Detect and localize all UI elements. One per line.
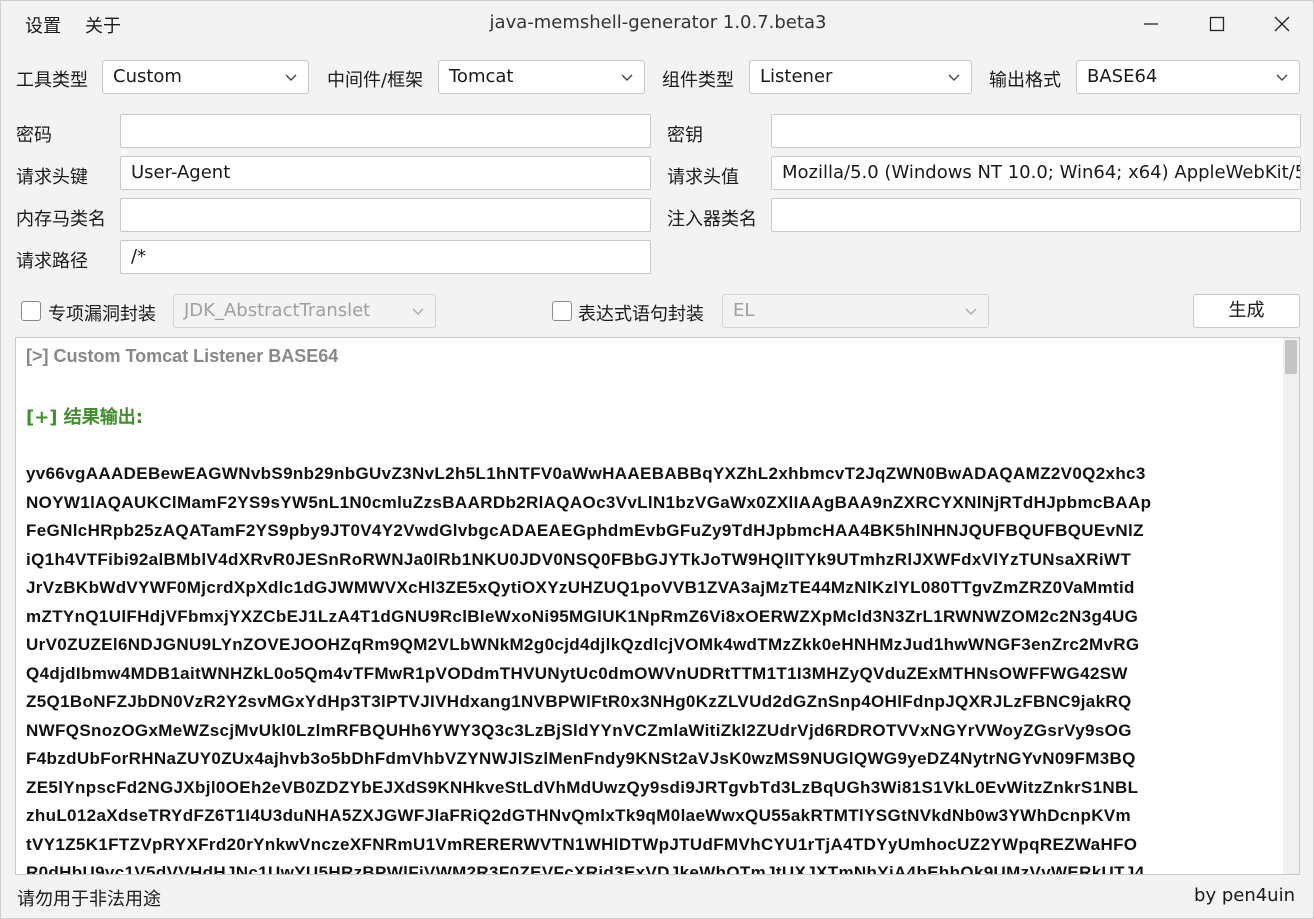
output-format-value: BASE64 bbox=[1087, 66, 1158, 87]
component-type-label: 组件类型 bbox=[662, 70, 734, 91]
chevron-down-icon bbox=[965, 308, 977, 315]
key-label: 密钥 bbox=[667, 125, 703, 146]
tool-type-value: Custom bbox=[113, 66, 182, 87]
output-line: Q4djdIbmw4MDB1aitWNHZkL0o5Qm4vTFMwR1pVOD… bbox=[26, 663, 1128, 683]
path-label: 请求路径 bbox=[16, 251, 88, 272]
password-label: 密码 bbox=[16, 125, 52, 146]
output-lines: yv66vgAAADEBewEAGWNvbS9nb29nbGUvZ3NvL2h5… bbox=[26, 460, 1282, 875]
chevron-down-icon bbox=[621, 74, 633, 81]
output-line: JrVzBKbWdVYWF0MjcrdXpXdlc1dGJWMWVXcHl3ZE… bbox=[26, 578, 1135, 597]
chevron-down-icon bbox=[948, 74, 960, 81]
expr-wrap-select[interactable]: EL bbox=[722, 294, 989, 328]
output-line: UrV0ZUZEl6NDJGNU9LYnZOVEJOOHZqRm9QM2VLbW… bbox=[26, 635, 1140, 654]
status-warning: 请勿用于非法用途 bbox=[17, 889, 161, 910]
shell-class-field[interactable] bbox=[120, 198, 651, 232]
minimize-button[interactable] bbox=[1119, 1, 1183, 47]
maximize-button[interactable] bbox=[1185, 1, 1249, 47]
result-label: [+] 结果输出: bbox=[26, 407, 143, 428]
output-content: [>] Custom Tomcat Listener BASE64 [+] 结果… bbox=[26, 346, 1282, 875]
output-format-select[interactable]: BASE64 bbox=[1076, 60, 1300, 94]
output-line: NOYW1lAQAUKClMamF2YS9sYW5nL1N0cmluZzsBAA… bbox=[26, 492, 1152, 512]
tool-type-label: 工具类型 bbox=[16, 70, 88, 91]
injector-class-field[interactable] bbox=[771, 198, 1301, 232]
path-field[interactable]: /* bbox=[120, 240, 651, 274]
output-line: tVY1Z5K1FTZVpRYXFrd20rYnkwVnczeXFNRmU1Vm… bbox=[26, 834, 1138, 854]
window-title: java-memshell-generator 1.0.7.beta3 bbox=[489, 12, 827, 33]
scrollbar-thumb[interactable] bbox=[1285, 340, 1297, 374]
output-line: iQ1h4VTFibi92alBMblV4dXRvR0JESnRoRWNJa0l… bbox=[26, 549, 1132, 569]
output-line: F4bzdUbForRHNaZUY0ZUx4ajhvb3o5bDhFdmVhbV… bbox=[26, 749, 1136, 768]
output-line: ZE5lYnpscFd2NGJXbjl0OEh2eVB0ZDZYbEJXdS9K… bbox=[26, 777, 1139, 797]
output-line: yv66vgAAADEBewEAGWNvbS9nb29nbGUvZ3NvL2h5… bbox=[26, 464, 1146, 483]
expr-wrap-checkbox[interactable] bbox=[552, 301, 572, 321]
maximize-icon bbox=[1209, 16, 1225, 32]
expr-wrap-value: EL bbox=[733, 300, 755, 321]
middleware-value: Tomcat bbox=[449, 66, 514, 87]
header-value-field[interactable]: Mozilla/5.0 (Windows NT 10.0; Win64; x64… bbox=[771, 156, 1301, 190]
vuln-wrap-select[interactable]: JDK_AbstractTranslet bbox=[173, 294, 436, 328]
component-type-select[interactable]: Listener bbox=[749, 60, 972, 94]
output-line: Z5Q1BoNFZJbDN0VzR2Y2svMGxYdHp3T3lPTVJIVH… bbox=[26, 692, 1132, 711]
header-key-field[interactable]: User-Agent bbox=[120, 156, 651, 190]
app-window: 设置 关于 java-memshell-generator 1.0.7.beta… bbox=[0, 0, 1314, 919]
output-area[interactable]: [>] Custom Tomcat Listener BASE64 [+] 结果… bbox=[15, 337, 1300, 875]
vuln-wrap-label: 专项漏洞封装 bbox=[48, 304, 156, 325]
tool-type-select[interactable]: Custom bbox=[102, 60, 309, 94]
chevron-down-icon bbox=[412, 308, 424, 315]
middleware-select[interactable]: Tomcat bbox=[438, 60, 645, 94]
title-bar: 设置 关于 java-memshell-generator 1.0.7.beta… bbox=[1, 1, 1314, 47]
shell-class-label: 内存马类名 bbox=[16, 209, 106, 230]
close-icon bbox=[1274, 16, 1290, 32]
output-scrollbar[interactable] bbox=[1283, 338, 1299, 874]
close-button[interactable] bbox=[1250, 1, 1314, 47]
expr-wrap-label: 表达式语句封装 bbox=[578, 304, 704, 325]
output-line: zhuL012aXdseTRYdFZ6T1I4U3duNHA5ZXJGWFJla… bbox=[26, 806, 1131, 825]
generate-button[interactable]: 生成 bbox=[1193, 294, 1300, 328]
header-key-label: 请求头键 bbox=[16, 167, 88, 188]
chevron-down-icon bbox=[1276, 74, 1288, 81]
status-author: by pen4uin bbox=[1194, 885, 1295, 906]
output-header: [>] Custom Tomcat Listener BASE64 bbox=[26, 346, 339, 366]
output-line: FeGNlcHRpb25zAQATamF2YS9pby9JT0V4Y2VwdGl… bbox=[26, 521, 1144, 540]
output-line: NWFQSnozOGxMeWZscjMvUkl0LzlmRFBQUHh6YWY3… bbox=[26, 720, 1132, 740]
chevron-down-icon bbox=[285, 74, 297, 81]
output-format-label: 输出格式 bbox=[989, 70, 1061, 91]
output-line: R0dHbU9vc1V5dVVHdHJNc1UwYU5HRzBPWlFiVWM2… bbox=[26, 863, 1145, 875]
output-line: mZTYnQ1UlFHdjVFbmxjYXZCbEJ1LzA4T1dGNU9Rc… bbox=[26, 606, 1139, 626]
header-value-label: 请求头值 bbox=[667, 167, 739, 188]
injector-class-label: 注入器类名 bbox=[667, 209, 757, 230]
middleware-label: 中间件/框架 bbox=[327, 70, 424, 91]
password-field[interactable] bbox=[120, 114, 651, 148]
component-type-value: Listener bbox=[760, 66, 833, 87]
vuln-wrap-value: JDK_AbstractTranslet bbox=[184, 300, 371, 321]
vuln-wrap-checkbox[interactable] bbox=[21, 301, 41, 321]
key-field[interactable] bbox=[771, 114, 1301, 148]
minimize-icon bbox=[1144, 23, 1158, 25]
